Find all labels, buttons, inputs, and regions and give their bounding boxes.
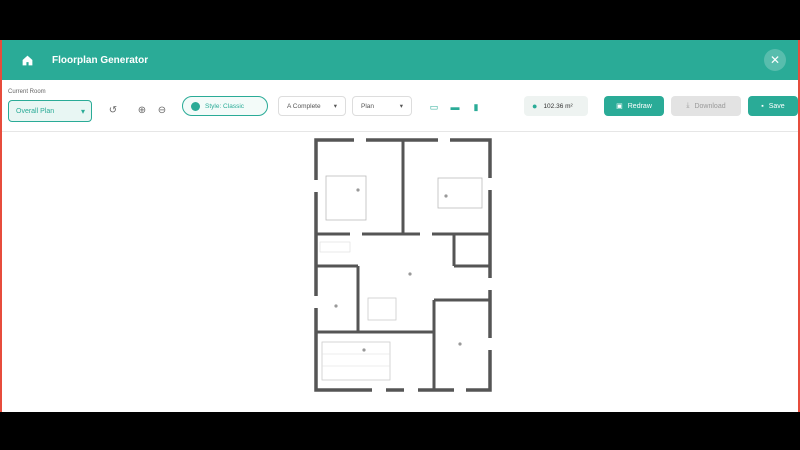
- style-button-label: Style: Classic: [205, 102, 245, 110]
- door-opening: [354, 138, 366, 142]
- door-opening: [404, 388, 418, 392]
- room-marker: [444, 194, 448, 198]
- door-opening: [488, 278, 492, 290]
- refresh-icon: ▣: [616, 103, 623, 110]
- door-opening: [438, 138, 450, 142]
- zoom-in-button[interactable]: ⊕: [134, 102, 150, 118]
- floorplan-canvas[interactable]: [2, 132, 798, 412]
- app-title: Floorplan Generator: [52, 54, 149, 66]
- app-window: Floorplan Generator ✕ Current Room Overa…: [0, 40, 800, 412]
- bed-icon: ▬: [450, 102, 460, 112]
- door-opening: [488, 178, 492, 190]
- zoom-in-icon: ⊕: [137, 104, 147, 116]
- save-label: Save: [768, 102, 785, 110]
- door-opening: [420, 232, 432, 236]
- room-selector-label: Current Room: [8, 89, 46, 95]
- close-icon: ✕: [769, 53, 781, 67]
- download-icon: ⤓: [686, 102, 690, 109]
- door-icon: ▮: [473, 101, 479, 112]
- home-button[interactable]: [14, 47, 40, 73]
- toolbar: Current Room Overall Plan ▾ ↺ ⊕ ⊖ Style:…: [2, 80, 798, 132]
- redraw-label: Redraw: [627, 102, 652, 110]
- chevron-down-icon: ▾: [80, 106, 85, 116]
- palette-icon: [191, 101, 200, 111]
- bed-toggle[interactable]: ▬: [449, 102, 461, 112]
- chevron-down-icon: ▾: [333, 103, 337, 110]
- door-opening: [314, 296, 318, 308]
- area-badge: ● 102.36 m²: [524, 96, 588, 116]
- door-opening: [350, 232, 362, 236]
- door-opening: [454, 388, 466, 392]
- room-marker: [334, 304, 338, 308]
- app-header: Floorplan Generator ✕: [2, 40, 798, 80]
- plan-type-value: A Complete: [287, 102, 321, 110]
- home-icon: [22, 55, 32, 65]
- sofa-furniture: [321, 341, 391, 381]
- zoom-out-icon: ⊖: [157, 104, 167, 116]
- download-button[interactable]: ⤓ Download: [671, 96, 741, 116]
- plan-type-dropdown[interactable]: A Complete ▾: [278, 96, 346, 116]
- table-furniture: [367, 297, 397, 321]
- area-value: 102.36 m²: [543, 102, 573, 110]
- room-selector-value: Overall Plan: [16, 107, 55, 115]
- floorplan-drawing: [314, 138, 492, 392]
- door-opening: [488, 338, 492, 350]
- room-selector[interactable]: Overall Plan ▾: [8, 100, 92, 122]
- undo-button[interactable]: ↺: [105, 102, 121, 118]
- leaf-icon: ●: [532, 101, 538, 111]
- door-opening: [314, 180, 318, 192]
- view-mode-value: Plan: [361, 102, 375, 110]
- save-icon: ▪: [761, 102, 764, 110]
- room-marker: [362, 348, 366, 352]
- save-button[interactable]: ▪ Save: [748, 96, 798, 116]
- room-marker: [356, 188, 360, 192]
- counter-furniture: [319, 241, 351, 253]
- close-button[interactable]: ✕: [764, 49, 786, 71]
- door-toggle[interactable]: ▮: [470, 102, 482, 112]
- redraw-button[interactable]: ▣ Redraw: [604, 96, 664, 116]
- sofa-icon: ▭: [429, 101, 439, 112]
- room-marker: [408, 272, 412, 276]
- zoom-out-button[interactable]: ⊖: [154, 102, 170, 118]
- chevron-down-icon: ▾: [399, 103, 403, 110]
- download-label: Download: [694, 102, 726, 110]
- door-opening: [372, 388, 386, 392]
- bed-furniture: [325, 175, 367, 221]
- furniture-toggle[interactable]: ▭: [428, 102, 440, 112]
- bed-furniture: [437, 177, 483, 209]
- view-mode-dropdown[interactable]: Plan ▾: [352, 96, 412, 116]
- room-marker: [458, 342, 462, 346]
- undo-icon: ↺: [108, 104, 118, 116]
- style-button[interactable]: Style: Classic: [182, 96, 268, 116]
